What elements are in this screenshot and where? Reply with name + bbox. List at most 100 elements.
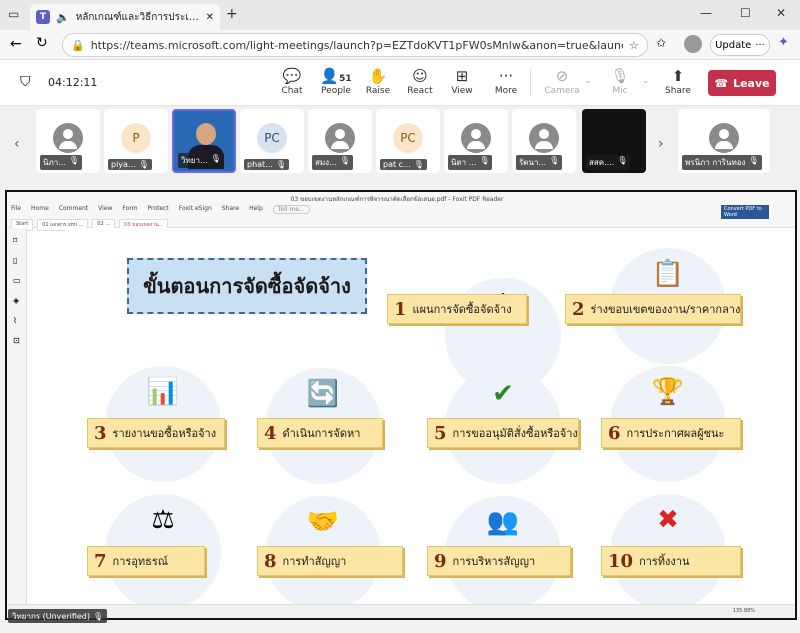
copilot-icon[interactable]: ✦ (778, 35, 789, 50)
participant-name: piya... (111, 160, 136, 169)
camera-label: Camera (544, 86, 580, 96)
window-menu-icon[interactable]: ▭ (8, 7, 19, 21)
chat-button[interactable]: 💬 Chat (270, 66, 314, 96)
browser-tab[interactable]: T 🔈 หลักเกณฑ์และวิธีการประเมินผลกา ✕ (30, 4, 220, 30)
more-button[interactable]: ··· More (484, 66, 528, 96)
reload-icon[interactable]: ↻ (36, 35, 48, 51)
tell-me-input[interactable]: Tell me... (272, 205, 310, 214)
step-text: การทิ้งงาน (639, 555, 690, 568)
participant-name: วิทยา... (181, 156, 208, 165)
url-text: https://teams.microsoft.com/light-meetin… (90, 38, 623, 52)
menu-comment[interactable]: Comment (59, 205, 88, 214)
step-label: 4 ดำเนินการจัดหา (257, 418, 383, 448)
participant-name-badge: นิภา... 🎙 (40, 155, 83, 170)
participant-name-badge: pat c... 🎙 (380, 159, 427, 170)
step-label: 3 รายงานขอซื้อหรือจ้าง (87, 418, 225, 448)
favorites-icon[interactable]: ✩ (656, 36, 666, 50)
zoom-level[interactable]: 135.88% (733, 608, 755, 614)
people-button[interactable]: 👤51 People (314, 66, 358, 96)
step-text: การทำสัญญา (282, 555, 347, 568)
step-label: 1 แผนการจัดซื้อจัดจ้าง (387, 294, 527, 324)
step-number: 9 (434, 550, 447, 572)
menu-home[interactable]: Home (31, 205, 49, 214)
participant-tile[interactable]: รัตนา... 🎙 (512, 109, 576, 173)
react-button[interactable]: ☺ React (398, 66, 442, 96)
view-button[interactable]: ⊞ View (440, 66, 484, 96)
tab-title: หลักเกณฑ์และวิธีการประเมินผลกา (75, 11, 200, 23)
participant-tile[interactable]: PC phat... 🎙 (240, 109, 304, 173)
mic-chevron-icon[interactable]: ⌄ (642, 76, 650, 86)
phone-icon: ☎ (714, 76, 729, 90)
share-icon: ⬆ (671, 67, 685, 85)
layers-icon[interactable]: ◈ (13, 296, 19, 305)
convert-pdf-button[interactable]: Convert PDF to Word (721, 205, 769, 219)
update-button[interactable]: Update ··· (710, 34, 770, 56)
profile-avatar[interactable] (684, 35, 702, 53)
attachment-icon[interactable]: ⌇ (13, 316, 17, 325)
back-icon[interactable]: ← (10, 36, 22, 52)
site-info-icon[interactable]: 🔒 (71, 39, 85, 52)
browser-tab-bar: ▭ T 🔈 หลักเกณฑ์และวิธีการประเมินผลกา ✕ +… (0, 0, 800, 30)
shield-icon[interactable]: ⛉ (20, 74, 31, 90)
mic-button[interactable]: 🎙 Mic (598, 66, 642, 96)
meeting-toolbar: ⛉ 04:12:11 💬 Chat 👤51 People ✋ Raise ☺ R… (0, 60, 800, 106)
participant-name-badge: phat... 🎙 (244, 159, 289, 170)
camera-button[interactable]: ⊘ Camera (540, 66, 584, 96)
participant-tile[interactable]: PC pat c... 🎙 (376, 109, 440, 173)
participant-tile[interactable]: สสค.... 🎙 (582, 109, 646, 173)
participant-name-badge: พรนิภา การินทอง 🎙 (682, 155, 762, 170)
menu-view[interactable]: View (98, 205, 112, 214)
mic-muted-icon: 🎙 (413, 160, 424, 169)
new-tab-icon[interactable]: + (226, 6, 238, 22)
chevron-left-icon[interactable]: ‹ (14, 136, 20, 152)
bookmark-icon[interactable]: ⌑ (13, 236, 17, 245)
maximize-icon[interactable]: ☐ (740, 6, 751, 20)
ellipsis-icon: ··· (498, 67, 514, 85)
leave-button[interactable]: ☎ Leave (708, 70, 776, 96)
people-label: People (321, 86, 351, 96)
participant-tile[interactable]: Ppiya... 🎙 (104, 109, 168, 173)
participant-name: สมง... (315, 158, 337, 167)
more-dots-icon: ··· (755, 39, 765, 51)
step-illustration-icon: 🏆 (651, 377, 685, 407)
participant-tile[interactable]: นิดา ... 🎙 (444, 109, 508, 173)
favorite-icon[interactable]: ☆ (629, 39, 639, 52)
raise-label: Raise (365, 86, 391, 96)
camera-chevron-icon[interactable]: ⌄ (584, 76, 592, 86)
menu-share[interactable]: Share (222, 205, 239, 214)
participant-tile[interactable]: สมง... 🎙 (308, 109, 372, 173)
minimize-icon[interactable]: — (700, 6, 712, 20)
menu-file[interactable]: File (11, 205, 21, 214)
step-number: 10 (608, 550, 634, 572)
slide-title: ขั้นตอนการจัดซื้อจัดจ้าง (127, 258, 367, 314)
menu-form[interactable]: Form (122, 205, 137, 214)
chevron-right-icon[interactable]: › (658, 136, 664, 152)
step-illustration-icon: ✖ (657, 505, 679, 535)
participant-tile[interactable]: วิทยา... 🎙 (172, 109, 236, 173)
raise-hand-button[interactable]: ✋ Raise (356, 66, 400, 96)
pdf-window-title: 03 ขอบเขตงานหลักเกณฑ์การพิจารณาคัดเลือกข… (290, 196, 504, 203)
url-field[interactable]: 🔒 https://teams.microsoft.com/light-meet… (62, 33, 648, 57)
step-text: การอุทธรณ์ (112, 555, 168, 568)
speaker-icon[interactable]: 🔈 (56, 11, 70, 24)
toolbar-divider (530, 70, 531, 96)
close-window-icon[interactable]: ✕ (776, 6, 786, 20)
page-icon[interactable]: ▯ (13, 256, 17, 265)
close-tab-icon[interactable]: ✕ (206, 12, 214, 23)
participant-tile[interactable]: นิภา... 🎙 (36, 109, 100, 173)
more-label: More (494, 86, 518, 96)
comment-icon[interactable]: ▭ (13, 276, 21, 285)
menu-protect[interactable]: Protect (148, 205, 169, 214)
menu-foxit-esign[interactable]: Foxit eSign (179, 205, 212, 214)
share-button[interactable]: ⬆ Share (656, 66, 700, 96)
step-number: 6 (608, 422, 621, 444)
lock-icon[interactable]: ⊡ (13, 336, 20, 345)
step-illustration-icon: 🔄 (306, 379, 340, 409)
meeting-timer: 04:12:11 (48, 76, 98, 89)
grid-icon: ⊞ (455, 67, 469, 85)
menu-help[interactable]: Help (249, 205, 263, 214)
step-number: 7 (94, 550, 107, 572)
mic-muted-icon: 🎙 (479, 156, 490, 165)
participant-tile[interactable]: พรนิภา การินทอง 🎙 (678, 109, 770, 173)
step-text: รายงานขอซื้อหรือจ้าง (112, 427, 217, 440)
